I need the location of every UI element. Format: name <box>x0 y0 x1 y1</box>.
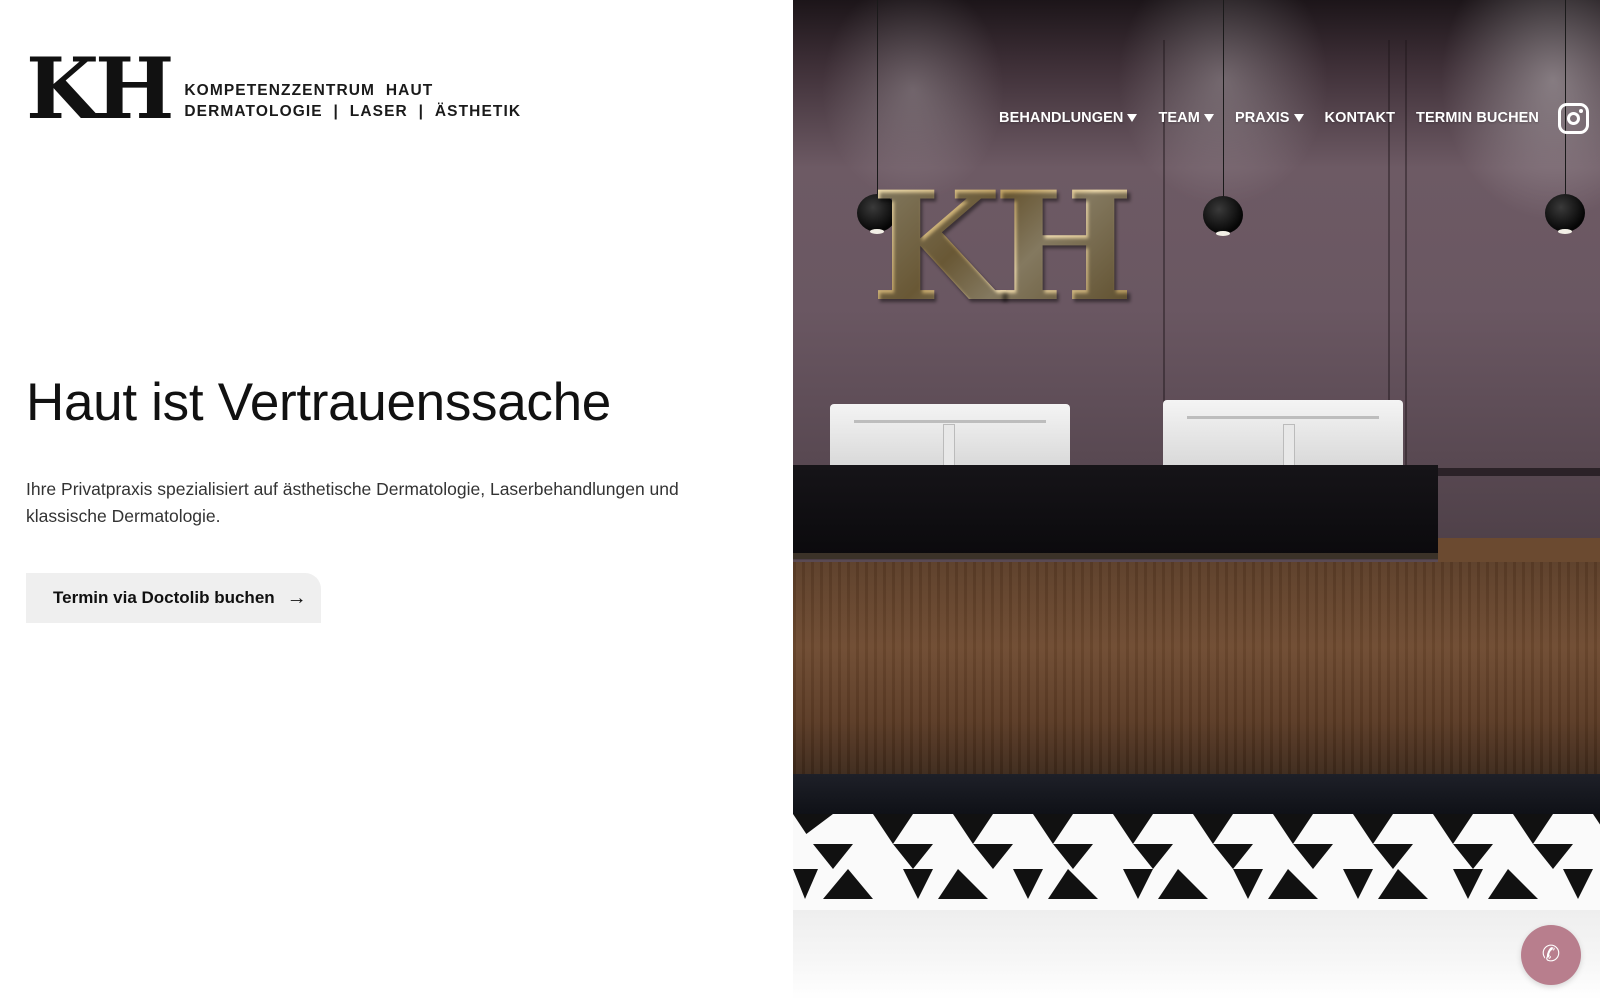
nav-label-behandlungen: BEHANDLUNGEN <box>999 110 1124 126</box>
site-logo[interactable]: KH KOMPETENZZENTRUM HAUT DERMATOLOGIE | … <box>26 39 521 138</box>
tiled-floor <box>793 814 1600 914</box>
left-panel: KH KOMPETENZZENTRUM HAUT DERMATOLOGIE | … <box>0 0 793 1000</box>
nav-item-termin-buchen[interactable]: TERMIN BUCHEN <box>1416 110 1539 126</box>
hero-title: Haut ist Vertrauenssache <box>26 373 611 432</box>
counter-base <box>793 774 1600 814</box>
logo-line-2: DERMATOLOGIE | LASER | ÄSTHETIK <box>184 103 522 120</box>
lamp-cord <box>1565 0 1566 195</box>
nav-label-termin-buchen: TERMIN BUCHEN <box>1416 110 1539 126</box>
book-doctolib-label: Termin via Doctolib buchen <box>53 588 275 607</box>
lamp-cord <box>1223 0 1224 197</box>
logo-line-1: KOMPETENZZENTRUM HAUT <box>184 82 434 99</box>
phone-icon: ✆ <box>1541 942 1561 967</box>
logo-tagline: KOMPETENZZENTRUM HAUT DERMATOLOGIE | LAS… <box>184 80 521 122</box>
hero-subtitle: Ihre Privatpraxis spezialisiert auf ästh… <box>26 479 679 526</box>
nav-label-kontakt: KONTAKT <box>1324 110 1396 126</box>
nav-item-kontakt[interactable]: KONTAKT <box>1325 110 1396 126</box>
hero-photo: KH <box>793 0 1600 1000</box>
counter-ledge <box>1438 538 1600 562</box>
counter-strip <box>793 553 1438 559</box>
logo-mark: KH <box>26 39 174 138</box>
caret-down-icon <box>1293 114 1304 122</box>
call-button[interactable]: ✆ <box>1521 925 1581 985</box>
floor-foreground <box>793 910 1600 1000</box>
floor-tile-pattern <box>793 814 1600 899</box>
reception-counter-top <box>793 465 1438 555</box>
nav-item-behandlungen[interactable]: BEHANDLUNGEN <box>999 110 1138 126</box>
kh-wall-sign: KH <box>871 159 1135 335</box>
nav-label-team: TEAM <box>1158 110 1200 126</box>
monitor-stand <box>943 424 955 468</box>
wall-rail <box>1423 468 1600 476</box>
pendant-lamp <box>1203 196 1243 236</box>
main-nav: BEHANDLUNGEN TEAM PRAXIS KONTAKT TERMIN … <box>999 100 1589 136</box>
caret-down-icon <box>1203 114 1214 122</box>
instagram-icon[interactable] <box>1557 102 1589 134</box>
monitor-stand <box>1283 424 1295 468</box>
pendant-lamp <box>1545 194 1585 234</box>
reception-counter-front <box>793 562 1600 774</box>
arrow-right-icon: → <box>286 587 307 609</box>
nav-item-team[interactable]: TEAM <box>1158 110 1214 126</box>
book-doctolib-button[interactable]: Termin via Doctolib buchen → <box>26 573 321 623</box>
nav-label-praxis: PRAXIS <box>1234 110 1290 126</box>
caret-down-icon <box>1127 114 1138 122</box>
nav-item-praxis[interactable]: PRAXIS <box>1235 110 1304 126</box>
